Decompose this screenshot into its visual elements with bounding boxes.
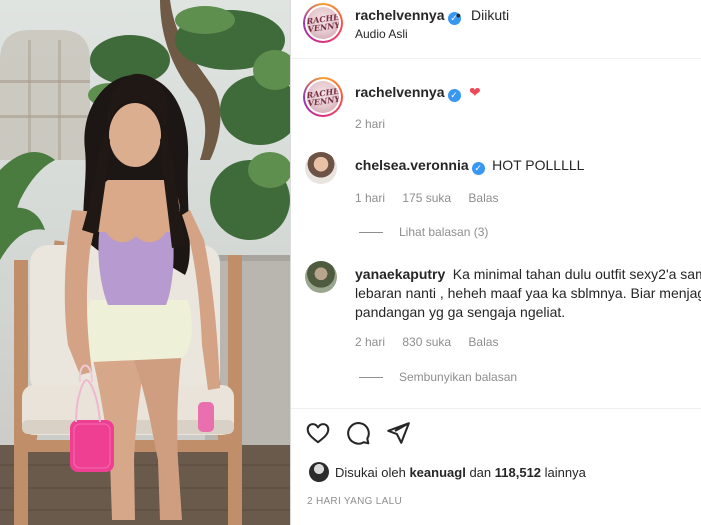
reply-button[interactable]: Balas <box>468 191 498 205</box>
action-bar <box>291 420 701 450</box>
liker-avatar[interactable] <box>309 462 329 482</box>
caption-time: 2 hari <box>355 117 386 131</box>
caption-avatar[interactable]: RACHEL VENNYA <box>303 77 343 117</box>
heart-emoji: ❤ <box>468 84 481 100</box>
comment-username[interactable]: chelsea.veronnia <box>355 157 469 173</box>
reply-button[interactable]: Balas <box>468 335 498 349</box>
comment-like-count[interactable]: 830 suka <box>402 335 451 349</box>
author-avatar[interactable]: RACHEL VENNYA <box>303 3 343 43</box>
comment-username[interactable]: yanaekaputry <box>355 266 445 282</box>
view-replies-button[interactable]: Lihat balasan (3) <box>359 225 488 239</box>
heart-icon[interactable] <box>305 420 333 448</box>
author-username[interactable]: rachelvennya <box>355 7 445 23</box>
comment-text-line-3: pandangan yg ga sengaja ngeliat. <box>355 304 566 320</box>
post-media[interactable] <box>0 0 290 525</box>
comment-text: HOT POLLLLL <box>492 157 585 173</box>
caption-username[interactable]: rachelvennya <box>355 84 445 100</box>
post-panel: RACHEL VENNYA rachelvennya ✓ • Diikuti Au… <box>291 0 701 525</box>
likes-summary: Disukai oleh keanuagl dan 118,512 lainny… <box>309 462 586 482</box>
comment-like-count[interactable]: 175 suka <box>402 191 451 205</box>
header-divider <box>291 58 701 59</box>
share-icon[interactable] <box>385 420 413 448</box>
comment-text-line-1: Ka minimal tahan dulu outfit sexy2'a sam… <box>452 266 701 282</box>
likes-count[interactable]: 118,512 <box>495 465 541 480</box>
actions-divider <box>291 408 701 409</box>
hide-replies-button[interactable]: Sembunyikan balasan <box>359 370 517 384</box>
avatar-logo: RACHEL VENNYA <box>307 10 339 35</box>
comment-time: 2 hari <box>355 335 386 349</box>
verified-badge-icon: ✓ <box>471 162 485 175</box>
comment-text-line-2: lebaran nanti , heheh maaf yaa ka sblmny… <box>355 285 701 301</box>
post-timestamp[interactable]: 2 HARI YANG LALU <box>307 496 402 507</box>
verified-badge-icon: ✓ <box>447 89 461 102</box>
post-photo <box>0 0 290 525</box>
following-button[interactable]: Diikuti <box>471 7 509 23</box>
liker-username[interactable]: keanuagl <box>409 465 465 480</box>
comment-time: 1 hari <box>355 191 386 205</box>
commenter-avatar[interactable] <box>305 261 337 293</box>
post-header: RACHEL VENNYA rachelvennya ✓ • Diikuti Au… <box>291 0 701 58</box>
audio-link[interactable]: Audio Asli <box>355 27 408 41</box>
commenter-avatar[interactable] <box>305 152 337 184</box>
comment-icon[interactable] <box>345 420 373 448</box>
separator-dot: • <box>456 7 461 23</box>
